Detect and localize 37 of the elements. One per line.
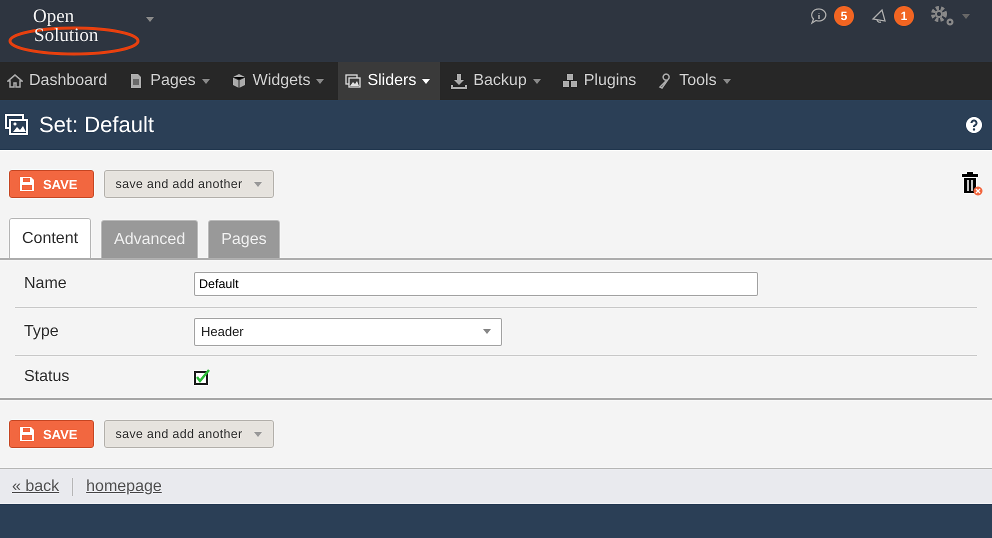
caret-icon xyxy=(146,17,154,22)
caret-icon xyxy=(254,432,262,436)
caret-icon xyxy=(254,182,262,186)
field-label: Status xyxy=(23,368,70,386)
field-label: Type xyxy=(23,322,60,340)
nav-item[interactable]: Backup xyxy=(444,62,551,100)
type-select[interactable]: Header xyxy=(194,318,502,346)
help-icon[interactable] xyxy=(966,117,982,133)
home-icon xyxy=(7,73,23,89)
nav-item[interactable]: Dashboard xyxy=(0,62,118,100)
name-field[interactable]: Default xyxy=(194,272,758,296)
footer-link[interactable]: homepage xyxy=(86,478,162,496)
gears-icon[interactable] xyxy=(930,5,956,27)
save-and-add-another-button[interactable]: save and add another xyxy=(104,170,274,198)
save-and-add-another-button[interactable]: save and add another xyxy=(104,420,274,448)
cube-icon xyxy=(230,73,247,89)
nav-item[interactable]: Plugins xyxy=(554,62,646,100)
comment-icon[interactable] xyxy=(810,7,828,25)
tab[interactable]: Content xyxy=(9,218,92,258)
cubes-icon xyxy=(562,73,578,89)
images-icon xyxy=(345,73,362,89)
field-label: Name xyxy=(23,274,68,292)
nav-item[interactable]: Pages xyxy=(121,62,220,100)
nav-item[interactable]: Widgets xyxy=(224,62,334,100)
page-title: Set: Default xyxy=(39,112,154,138)
nav-item[interactable]: Sliders xyxy=(338,62,440,100)
status-checkbox[interactable] xyxy=(194,369,211,385)
download-icon xyxy=(451,73,468,89)
nav-item[interactable]: Tools xyxy=(650,62,741,100)
notification-badge: 5 xyxy=(834,6,854,26)
caret-icon xyxy=(483,329,491,334)
bell-icon[interactable] xyxy=(870,7,888,25)
footer-link[interactable]: « back xyxy=(12,478,60,496)
images-icon xyxy=(5,114,29,136)
trash-icon[interactable] xyxy=(961,172,983,196)
notification-badge: 1 xyxy=(894,6,914,26)
caret-icon xyxy=(962,14,970,18)
